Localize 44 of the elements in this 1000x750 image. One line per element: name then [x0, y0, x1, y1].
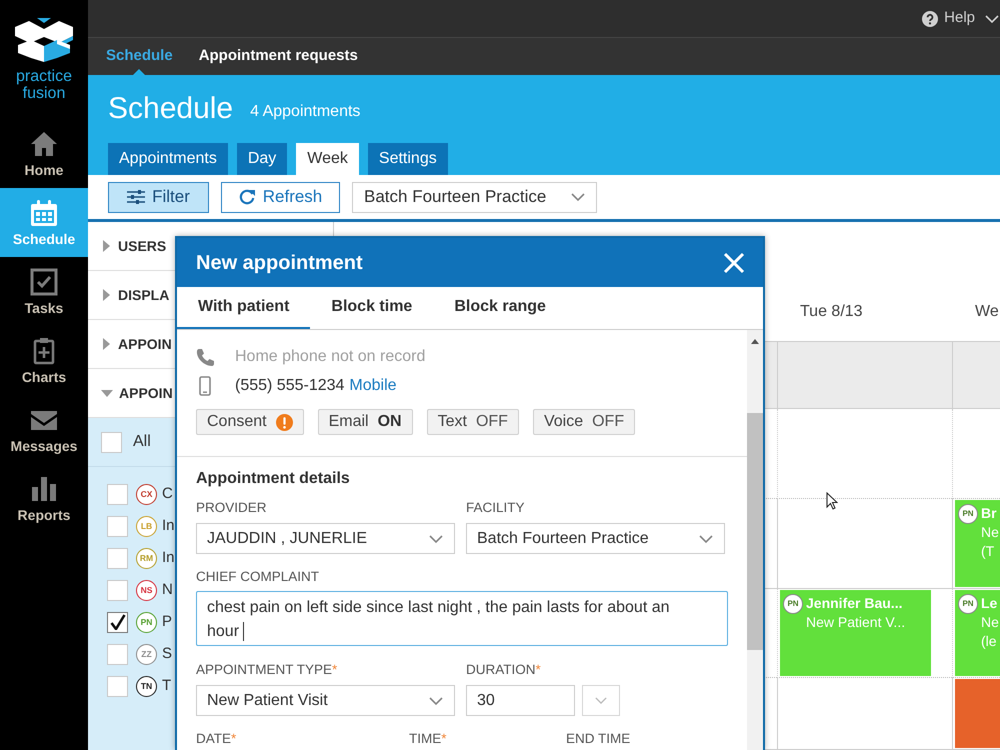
field-label: FACILITY	[466, 499, 526, 517]
section-title: Appointment details	[195, 469, 351, 489]
event-badge: PN	[958, 594, 978, 614]
home-phone-text: Home phone not on record	[235, 346, 426, 366]
type-badge: RM	[136, 548, 157, 568]
field-label: DATE*	[196, 730, 238, 748]
event-title: Jennifer Bau...	[806, 594, 904, 613]
page-title: Schedule	[108, 94, 234, 124]
type-badge: LB	[136, 516, 157, 536]
appointment-type-label: N	[162, 580, 173, 600]
appointment-count: 4 Appointments	[250, 102, 360, 122]
appointment-type-label: T	[162, 676, 172, 696]
field-label: TIME*	[409, 730, 448, 748]
event-title: Le	[981, 594, 998, 613]
appointment-type-label: S	[162, 644, 172, 664]
event-detail: New Patient V...	[806, 613, 906, 632]
type-badge: CX	[136, 484, 157, 504]
event-detail: (T	[981, 542, 996, 561]
event-detail: Ne	[981, 613, 999, 632]
event-badge: PN	[958, 504, 978, 524]
event-title: Br	[981, 504, 998, 523]
modal-title: New appointment	[196, 250, 363, 276]
field-label: END TIME	[566, 730, 630, 748]
field-label: CHIEF COMPLAINT	[196, 568, 320, 586]
field-label: APPOINTMENT TYPE*	[196, 661, 338, 679]
brand-name: practice fusion	[14, 68, 74, 102]
phone-type-label: Mobile	[349, 376, 397, 396]
phone-number: (555) 555-1234	[235, 376, 344, 396]
field-label: DURATION*	[466, 661, 542, 679]
appointment-type-label: C	[162, 484, 173, 504]
event-detail: Ne	[981, 523, 999, 542]
day-header: We	[975, 302, 999, 322]
field-label: PROVIDER	[196, 499, 268, 517]
appointment-type-label: In	[162, 548, 175, 568]
appointment-type-label: P	[162, 612, 172, 632]
type-badge: PN	[136, 612, 157, 632]
type-badge: ZZ	[136, 644, 157, 664]
appointment-type-label: In	[162, 516, 175, 536]
day-header: Tue 8/13	[800, 302, 863, 322]
type-badge: TN	[136, 676, 157, 696]
checkbox-label: All	[133, 432, 151, 452]
type-badge: NS	[136, 580, 157, 600]
event-detail: (le	[981, 632, 998, 651]
event-badge: PN	[783, 594, 803, 614]
